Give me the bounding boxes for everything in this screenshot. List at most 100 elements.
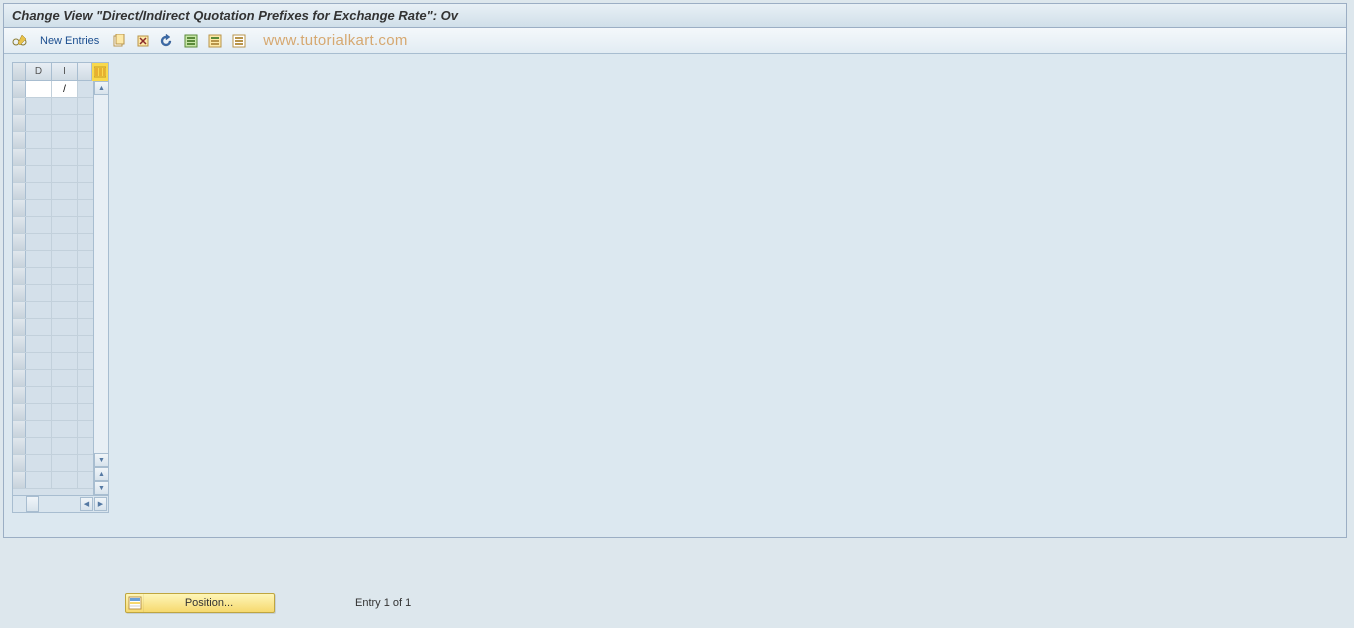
row-selector[interactable] [13,234,26,250]
cell-d[interactable] [26,98,52,114]
horizontal-scrollbar[interactable]: ◀ ▶ [40,496,108,512]
cell-i[interactable] [52,251,78,267]
table-settings-button[interactable] [91,63,108,81]
row-selector[interactable] [13,472,26,488]
select-all-button[interactable] [181,31,201,51]
row-selector[interactable] [13,183,26,199]
cell-i[interactable] [52,166,78,182]
undo-icon [159,34,175,48]
row-selector[interactable] [13,319,26,335]
select-block-button[interactable] [205,31,225,51]
cell-i[interactable] [52,319,78,335]
row-selector[interactable] [13,404,26,420]
scroll-up2-button[interactable]: ▲ [94,467,109,481]
position-button[interactable]: Position... [125,593,275,613]
row-selector[interactable] [13,149,26,165]
row-selector[interactable] [13,421,26,437]
cell-i[interactable] [52,404,78,420]
cell-d[interactable] [26,472,52,488]
cell-d[interactable] [26,149,52,165]
cell-d[interactable] [26,234,52,250]
scroll-down-button[interactable]: ▼ [94,453,109,467]
scroll-down2-button[interactable]: ▼ [94,481,109,495]
copy-as-button[interactable] [109,31,129,51]
select-block-icon [208,34,222,48]
cell-d[interactable] [26,200,52,216]
footer-selector-box[interactable] [26,496,39,512]
row-selector[interactable] [13,455,26,471]
cell-d[interactable] [26,268,52,284]
cell-d[interactable] [26,302,52,318]
row-selector[interactable] [13,438,26,454]
cell-d[interactable] [26,438,52,454]
cell-d[interactable] [26,217,52,233]
column-header-d[interactable]: D [26,63,52,80]
cell-i[interactable]: / [52,81,78,97]
cell-i[interactable] [52,472,78,488]
row-selector[interactable] [13,353,26,369]
cell-d[interactable] [26,370,52,386]
row-selector[interactable] [13,132,26,148]
cell-i[interactable] [52,268,78,284]
deselect-all-button[interactable] [229,31,249,51]
cell-i[interactable] [52,234,78,250]
cell-i[interactable] [52,370,78,386]
cell-d[interactable] [26,404,52,420]
cell-d[interactable] [26,421,52,437]
cell-i[interactable] [52,353,78,369]
toggle-display-change-button[interactable] [10,31,30,51]
cell-d[interactable] [26,166,52,182]
cell-i[interactable] [52,421,78,437]
row-selector[interactable] [13,370,26,386]
row-selector[interactable] [13,166,26,182]
cell-i[interactable] [52,455,78,471]
row-selector[interactable] [13,251,26,267]
toolbar: New Entries [4,28,1346,54]
row-selector-header[interactable] [13,63,26,80]
scroll-up-button[interactable]: ▲ [94,81,109,95]
scroll-left-button[interactable]: ◀ [80,497,93,511]
cell-i[interactable] [52,336,78,352]
row-selector[interactable] [13,268,26,284]
cell-i[interactable] [52,387,78,403]
cell-d[interactable] [26,251,52,267]
undo-change-button[interactable] [157,31,177,51]
cell-i[interactable] [52,183,78,199]
cell-i[interactable] [52,98,78,114]
row-selector[interactable] [13,217,26,233]
cell-d[interactable] [26,387,52,403]
scroll-right-button[interactable]: ▶ [94,497,107,511]
cell-d[interactable] [26,81,52,97]
status-bar: Position... Entry 1 of 1 [125,593,411,613]
row-selector[interactable] [13,81,26,97]
cell-d[interactable] [26,115,52,131]
cell-i[interactable] [52,132,78,148]
cell-i[interactable] [52,115,78,131]
vertical-scrollbar[interactable]: ▲ ▼ ▲ ▼ [93,81,108,495]
cell-i[interactable] [52,302,78,318]
cell-d[interactable] [26,183,52,199]
cell-i[interactable] [52,149,78,165]
cell-i[interactable] [52,438,78,454]
cell-d[interactable] [26,285,52,301]
cell-d[interactable] [26,336,52,352]
cell-d[interactable] [26,455,52,471]
cell-d[interactable] [26,132,52,148]
row-selector[interactable] [13,115,26,131]
table-settings-icon [94,66,106,78]
column-header-i[interactable]: I [52,63,78,80]
row-selector[interactable] [13,285,26,301]
row-selector[interactable] [13,387,26,403]
cell-d[interactable] [26,353,52,369]
delete-button[interactable] [133,31,153,51]
row-selector[interactable] [13,98,26,114]
row-selector[interactable] [13,336,26,352]
row-selector[interactable] [13,200,26,216]
cell-i[interactable] [52,200,78,216]
cell-i[interactable] [52,285,78,301]
new-entries-button[interactable]: New Entries [34,33,105,49]
copy-icon [112,34,126,48]
cell-i[interactable] [52,217,78,233]
row-selector[interactable] [13,302,26,318]
cell-d[interactable] [26,319,52,335]
